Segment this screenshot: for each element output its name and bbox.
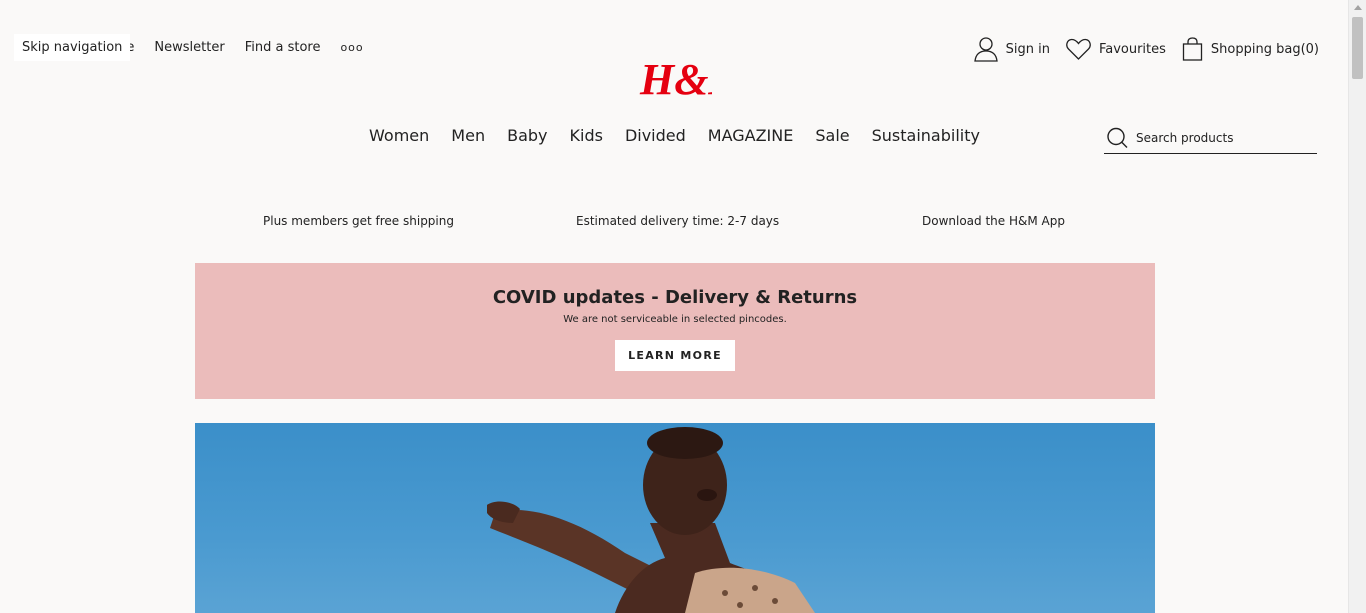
favourites-link[interactable]: Favourites [1066, 38, 1166, 60]
account-links: Sign in Favourites Shopping bag (0) [958, 34, 1319, 64]
nav-magazine[interactable]: MAGAZINE [708, 126, 794, 145]
search-box [1104, 122, 1317, 154]
search-input[interactable] [1136, 130, 1306, 145]
sign-in-link[interactable]: Sign in [973, 36, 1050, 62]
nav-sale[interactable]: Sale [815, 126, 849, 145]
nav-women[interactable]: Women [369, 126, 429, 145]
covid-title: COVID updates - Delivery & Returns [492, 287, 858, 308]
nav-men[interactable]: Men [451, 126, 485, 145]
shopping-bag-icon [1182, 37, 1203, 61]
heart-icon [1066, 38, 1091, 60]
page-scrollbar[interactable] [1348, 0, 1366, 613]
promo-delivery-time[interactable]: Estimated delivery time: 2-7 days [576, 214, 779, 228]
newsletter-link[interactable]: Newsletter [154, 40, 224, 55]
hero-photo [487, 427, 815, 613]
find-store-link[interactable]: Find a store [245, 40, 321, 55]
hero-image[interactable] [195, 423, 1155, 613]
sign-in-label: Sign in [1005, 41, 1050, 57]
nav-divided[interactable]: Divided [625, 126, 686, 145]
scroll-up-arrow-icon[interactable] [1354, 5, 1362, 10]
hm-logo-icon: H&M [639, 55, 749, 104]
promo-download-app[interactable]: Download the H&M App [922, 214, 1065, 228]
hm-logo[interactable]: H&M [638, 50, 749, 104]
svg-text:H&M: H&M [639, 55, 712, 102]
nav-kids[interactable]: Kids [570, 126, 603, 145]
search-icon[interactable] [1106, 127, 1128, 149]
promo-free-shipping[interactable]: Plus members get free shipping [263, 214, 454, 228]
nav-baby[interactable]: Baby [507, 126, 547, 145]
covid-banner: COVID updates - Delivery & Returns We ar… [195, 263, 1155, 399]
nav-sustainability[interactable]: Sustainability [872, 126, 980, 145]
more-menu-button[interactable]: ooo [340, 41, 363, 54]
shopping-bag-link[interactable]: Shopping bag (0) [1182, 37, 1319, 61]
favourites-label: Favourites [1098, 41, 1166, 57]
skip-navigation-link[interactable]: Skip navigation [14, 33, 131, 61]
learn-more-button[interactable]: LEARN MORE [615, 340, 735, 371]
user-icon [973, 37, 998, 62]
covid-subtitle: We are not serviceable in selected pinco… [563, 314, 787, 325]
shopping-bag-label: Shopping bag [1210, 41, 1301, 57]
promo-strip: Plus members get free shipping Estimated… [195, 214, 1155, 234]
bag-count: (0) [1300, 41, 1319, 57]
top-utility-links: Skip navigation e Newsletter Find a stor… [14, 33, 364, 61]
scroll-thumb[interactable] [1352, 17, 1363, 79]
